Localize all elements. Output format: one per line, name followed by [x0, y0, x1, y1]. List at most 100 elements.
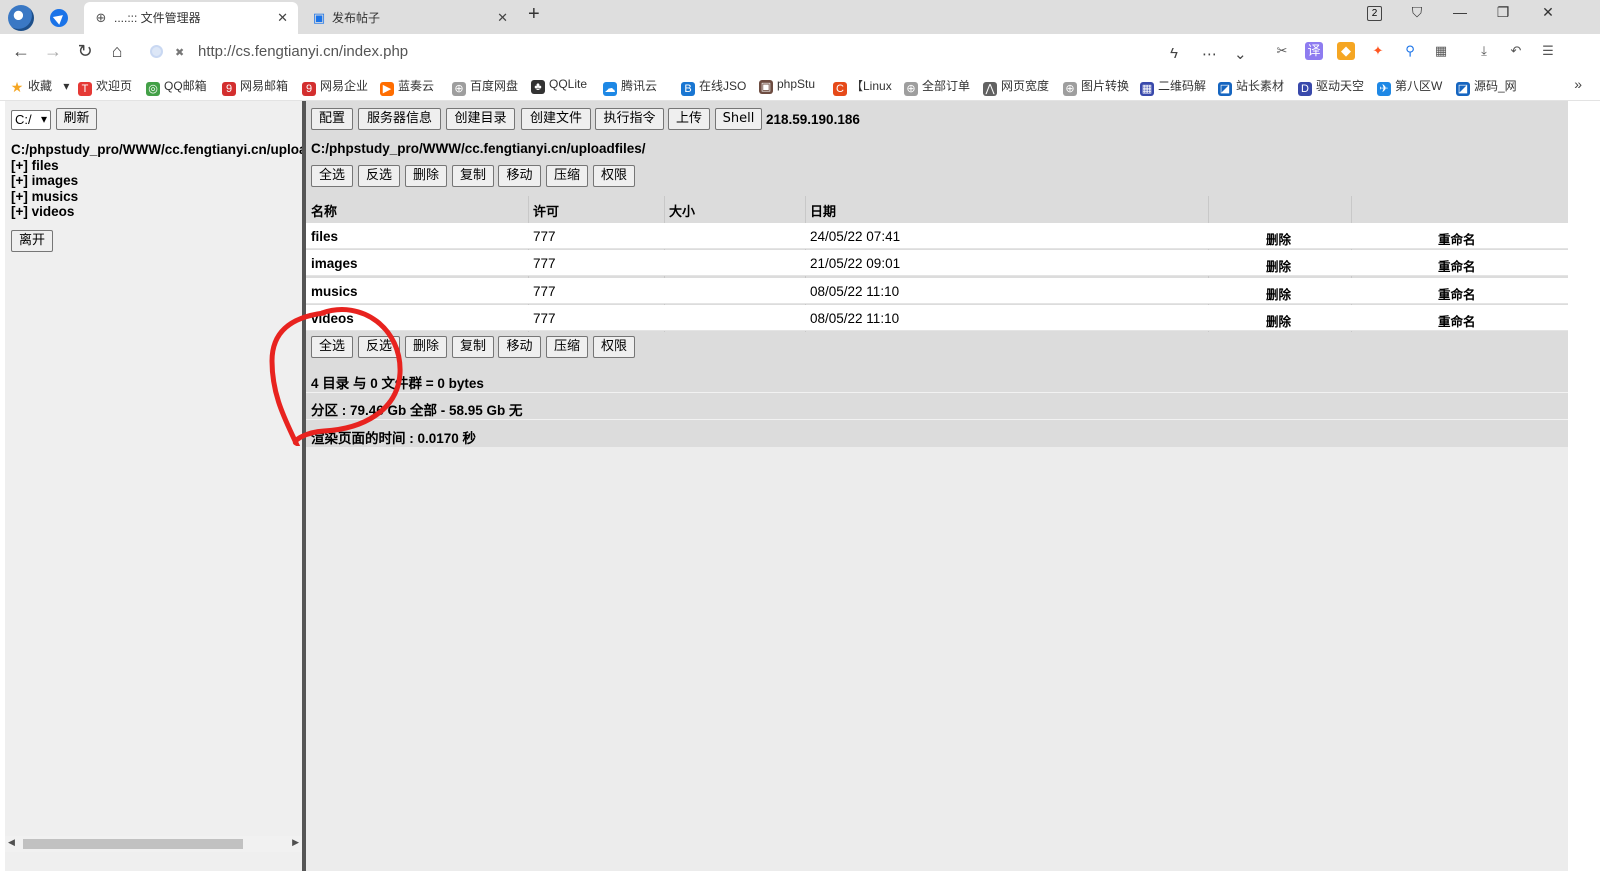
table-row[interactable]: videos 777 08/05/22 11:10 删除 重命名: [306, 305, 1568, 331]
exec-command-button[interactable]: 执行指令: [595, 108, 664, 130]
more-bookmarks-icon[interactable]: »: [1574, 76, 1582, 92]
browser-logo-icon[interactable]: [8, 5, 34, 31]
scissors-icon[interactable]: ✂: [1273, 42, 1291, 60]
move-button[interactable]: 移动: [498, 336, 541, 358]
permissions-button[interactable]: 权限: [593, 165, 635, 187]
server-info-button[interactable]: 服务器信息: [358, 108, 441, 130]
url-text[interactable]: http://cs.fengtianyi.cn/index.php: [198, 43, 408, 60]
bookmark-item[interactable]: ✈ 第八区W: [1377, 77, 1442, 96]
scrollbar-thumb[interactable]: [23, 839, 243, 849]
tree-item-images[interactable]: [+] images: [11, 173, 78, 188]
tab-close-icon[interactable]: ✕: [497, 2, 508, 34]
tab-publish-post[interactable]: ▣ 发布帖子 ✕: [302, 2, 518, 34]
bookmark-item[interactable]: ⋀ 网页宽度: [983, 77, 1049, 96]
lightning-icon[interactable]: ϟ: [1170, 45, 1178, 62]
leave-button[interactable]: 离开: [11, 230, 53, 252]
copy-button[interactable]: 复制: [452, 165, 494, 187]
tab-file-manager[interactable]: ⊕ ....::: 文件管理器 ✕: [84, 2, 298, 34]
bookmark-item[interactable]: ♣ QQLite: [531, 77, 587, 94]
bookmark-item[interactable]: D 驱动天空: [1298, 77, 1364, 96]
invert-selection-button[interactable]: 反选: [358, 165, 400, 187]
select-all-button[interactable]: 全选: [311, 165, 353, 187]
tab-count-badge[interactable]: 2: [1367, 6, 1382, 21]
scroll-left-icon[interactable]: ◀: [8, 837, 15, 848]
select-all-button[interactable]: 全选: [311, 336, 353, 358]
new-tab-icon[interactable]: +: [528, 3, 540, 26]
file-name[interactable]: images: [311, 256, 358, 271]
game-icon[interactable]: ✦: [1369, 42, 1387, 60]
delete-button[interactable]: 删除: [405, 336, 447, 358]
compress-button[interactable]: 压缩: [546, 165, 588, 187]
bookmark-item[interactable]: ▶ 蓝奏云: [380, 77, 434, 96]
copy-button[interactable]: 复制: [452, 336, 494, 358]
column-date-header[interactable]: 日期: [810, 201, 836, 220]
reload-icon[interactable]: ↻: [74, 41, 96, 62]
menu-icon[interactable]: ☰: [1539, 42, 1557, 60]
permissions-button[interactable]: 权限: [593, 336, 635, 358]
tree-item-musics[interactable]: [+] musics: [11, 189, 78, 204]
config-button[interactable]: 配置: [311, 108, 353, 130]
send-icon[interactable]: [50, 9, 68, 27]
bookmark-item[interactable]: ◎ QQ邮箱: [146, 77, 207, 96]
translate-icon[interactable]: 译: [1305, 42, 1323, 60]
bookmark-item[interactable]: ⊕ 图片转换: [1063, 77, 1129, 96]
minimize-icon[interactable]: —: [1450, 4, 1470, 20]
delete-link[interactable]: 删除: [1266, 311, 1291, 330]
more-icon[interactable]: ⋯: [1202, 45, 1217, 63]
compress-button[interactable]: 压缩: [546, 336, 588, 358]
delete-link[interactable]: 删除: [1266, 284, 1291, 303]
shell-button[interactable]: Shell: [715, 108, 762, 130]
delete-link[interactable]: 删除: [1266, 229, 1291, 248]
horizontal-scrollbar[interactable]: ◀ ▶: [5, 836, 302, 852]
url-field[interactable]: ✖ http://cs.fengtianyi.cn/index.php ϟ ⋯ …: [138, 39, 1264, 67]
close-window-icon[interactable]: ✕: [1538, 4, 1558, 21]
tab-close-icon[interactable]: ✕: [277, 2, 288, 34]
home-icon[interactable]: ⌂: [106, 41, 128, 62]
table-row[interactable]: images 777 21/05/22 09:01 删除 重命名: [306, 250, 1568, 276]
create-file-button[interactable]: 创建文件: [521, 108, 591, 130]
file-name[interactable]: files: [311, 229, 338, 244]
bookmark-item[interactable]: ★ 收藏 ▾: [10, 77, 70, 94]
invert-selection-button[interactable]: 反选: [358, 336, 400, 358]
bookmark-item[interactable]: C 【Linux: [833, 77, 892, 96]
rename-link[interactable]: 重命名: [1438, 311, 1476, 330]
bookmark-item[interactable]: ▣ phpStu: [759, 77, 815, 94]
file-name[interactable]: videos: [311, 311, 354, 326]
delete-button[interactable]: 删除: [405, 165, 447, 187]
apps-icon[interactable]: ▦: [1432, 42, 1450, 60]
bookmark-item[interactable]: ⊕ 百度网盘: [452, 77, 518, 96]
rename-link[interactable]: 重命名: [1438, 284, 1476, 303]
search-icon[interactable]: ⚲: [1401, 42, 1419, 60]
rename-link[interactable]: 重命名: [1438, 229, 1476, 248]
site-info-icon[interactable]: [150, 45, 163, 58]
column-perm-header[interactable]: 许可: [533, 201, 559, 220]
bookmark-item[interactable]: T 欢迎页: [78, 77, 132, 96]
delete-link[interactable]: 删除: [1266, 256, 1291, 275]
bookmark-item[interactable]: ◪ 站长素材: [1218, 77, 1284, 96]
bookmark-item[interactable]: ▦ 二维码解: [1140, 77, 1206, 96]
file-name[interactable]: musics: [311, 284, 358, 299]
chevron-down-icon[interactable]: ⌄: [1234, 45, 1247, 63]
move-button[interactable]: 移动: [498, 165, 541, 187]
bookmark-dropdown-icon[interactable]: ▾: [60, 79, 69, 93]
bookmark-item[interactable]: B 在线JSO: [681, 77, 746, 96]
rename-link[interactable]: 重命名: [1438, 256, 1476, 275]
drive-select[interactable]: C:/: [11, 110, 51, 130]
create-dir-button[interactable]: 创建目录: [446, 108, 515, 130]
undo-icon[interactable]: ↶: [1507, 42, 1525, 60]
column-name-header[interactable]: 名称: [311, 201, 337, 220]
bookmark-item[interactable]: ⊕ 全部订单: [904, 77, 970, 96]
forward-icon[interactable]: →: [42, 41, 64, 62]
bookmark-item[interactable]: ◪ 源码_网: [1456, 77, 1517, 96]
download-icon[interactable]: ⤓: [1475, 42, 1493, 60]
bookmark-item[interactable]: 9 网易企业: [302, 77, 368, 96]
tree-item-videos[interactable]: [+] videos: [11, 204, 74, 219]
column-size-header[interactable]: 大小: [669, 201, 695, 220]
table-row[interactable]: musics 777 08/05/22 11:10 删除 重命名: [306, 278, 1568, 304]
shield-icon[interactable]: ◆: [1337, 42, 1355, 60]
shirt-icon[interactable]: ⛉: [1407, 4, 1427, 21]
scroll-right-icon[interactable]: ▶: [292, 837, 299, 848]
tree-item-files[interactable]: [+] files: [11, 158, 59, 173]
refresh-button[interactable]: 刷新: [56, 108, 97, 130]
upload-button[interactable]: 上传: [668, 108, 710, 130]
